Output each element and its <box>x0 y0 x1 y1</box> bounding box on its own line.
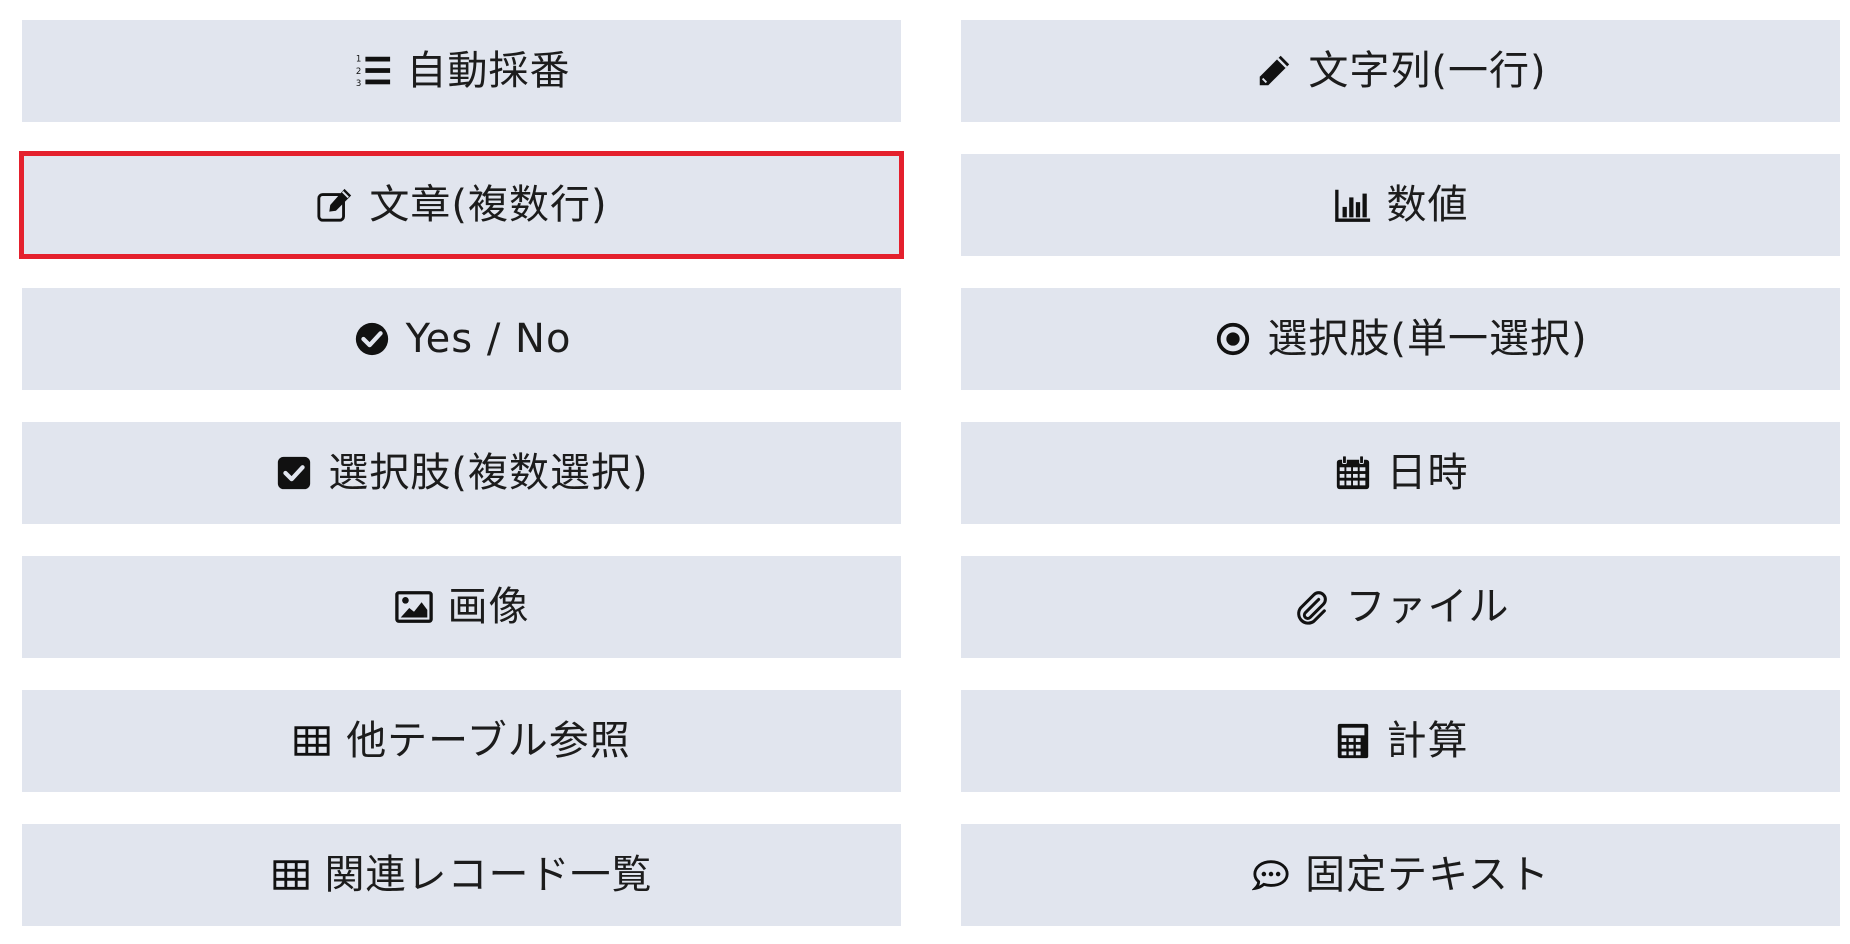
field-type-yes-no-button[interactable]: Yes / No <box>22 288 901 390</box>
svg-text:1: 1 <box>355 55 360 65</box>
field-type-label: 数値 <box>1386 182 1469 228</box>
calendar-icon <box>1333 453 1373 493</box>
svg-text:3: 3 <box>355 79 360 89</box>
field-type-label: 計算 <box>1386 718 1469 764</box>
field-type-image-button[interactable]: 画像 <box>22 556 901 658</box>
field-type-grid: 1 2 3 自動採番 文字列(一行) 文章(複数行) 数値 Yes / No 選… <box>19 20 1840 926</box>
radio-dot-icon <box>1213 319 1253 359</box>
field-type-number-button[interactable]: 数値 <box>961 154 1840 256</box>
edit-square-icon <box>315 185 355 225</box>
table-icon <box>271 855 311 895</box>
field-type-auto-number-button[interactable]: 1 2 3 自動採番 <box>22 20 901 122</box>
check-circle-icon <box>352 319 392 359</box>
field-type-calculation-button[interactable]: 計算 <box>961 690 1840 792</box>
calculator-icon <box>1333 721 1373 761</box>
ordered-list-icon: 1 2 3 <box>353 51 393 91</box>
field-type-table-reference-button[interactable]: 他テーブル参照 <box>22 690 901 792</box>
bar-chart-icon <box>1333 185 1373 225</box>
field-type-label: 他テーブル参照 <box>346 718 631 764</box>
field-type-label: 日時 <box>1386 450 1469 496</box>
field-type-label: 関連レコード一覧 <box>324 852 653 898</box>
field-type-datetime-button[interactable]: 日時 <box>961 422 1840 524</box>
field-type-related-records-button[interactable]: 関連レコード一覧 <box>22 824 901 926</box>
field-type-file-button[interactable]: ファイル <box>961 556 1840 658</box>
field-type-multi-choice-button[interactable]: 選択肢(複数選択) <box>22 422 901 524</box>
field-type-single-choice-button[interactable]: 選択肢(単一選択) <box>961 288 1840 390</box>
field-type-single-line-text-button[interactable]: 文字列(一行) <box>961 20 1840 122</box>
table-icon <box>292 721 332 761</box>
field-type-label: ファイル <box>1345 584 1510 630</box>
field-type-label: 選択肢(単一選択) <box>1267 316 1588 362</box>
check-square-icon <box>274 453 314 493</box>
field-type-label: 選択肢(複数選択) <box>328 450 649 496</box>
field-type-label: 固定テキスト <box>1305 852 1550 898</box>
pencil-icon <box>1254 51 1294 91</box>
field-type-label: 文章(複数行) <box>369 182 608 228</box>
field-type-fixed-text-button[interactable]: 固定テキスト <box>961 824 1840 926</box>
paperclip-icon <box>1292 587 1332 627</box>
field-type-label: 自動採番 <box>406 48 571 94</box>
field-type-label: 文字列(一行) <box>1308 48 1547 94</box>
comment-dots-icon <box>1251 855 1291 895</box>
field-type-label: Yes / No <box>405 316 572 362</box>
svg-text:2: 2 <box>355 67 360 77</box>
field-type-label: 画像 <box>447 584 530 630</box>
field-type-multi-line-text-button[interactable]: 文章(複数行) <box>19 151 904 259</box>
image-icon <box>394 587 434 627</box>
